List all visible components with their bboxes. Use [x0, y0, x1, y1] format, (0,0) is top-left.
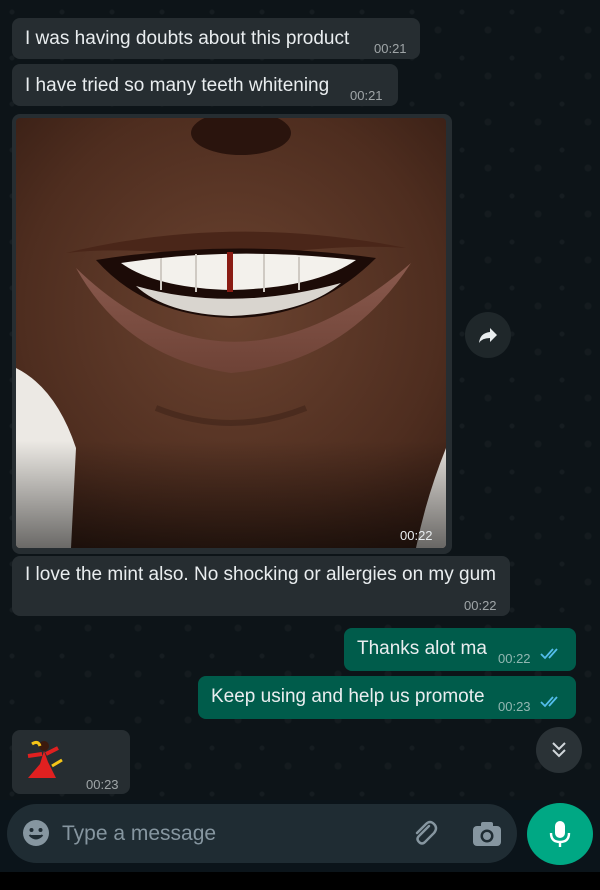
read-ticks-icon — [540, 648, 558, 660]
message-time: 00:22 — [464, 598, 497, 613]
forward-button[interactable] — [465, 312, 511, 358]
message-time: 00:22 — [498, 651, 531, 666]
message-text: I was having doubts about this product — [25, 28, 350, 49]
scroll-down-button[interactable] — [536, 727, 582, 773]
message-bubble[interactable]: I have tried so many teeth whitening 00:… — [12, 64, 398, 106]
smile-photo[interactable] — [16, 118, 446, 548]
message-bubble[interactable]: I love the mint also. No shocking or all… — [12, 556, 510, 616]
message-bubble[interactable]: I was having doubts about this product 0… — [12, 18, 420, 59]
message-time: 00:21 — [374, 41, 407, 56]
message-text: I love the mint also. No shocking or all… — [25, 564, 496, 585]
attach-icon[interactable] — [409, 818, 439, 848]
message-time: 00:21 — [350, 88, 383, 103]
camera-icon[interactable] — [471, 820, 503, 848]
message-input[interactable]: Type a message — [7, 804, 517, 863]
message-input-placeholder: Type a message — [62, 822, 217, 845]
message-text: Thanks alot ma — [357, 638, 487, 659]
message-time: 00:23 — [86, 777, 119, 792]
dancing-lady-sticker — [27, 740, 63, 778]
sticker-message[interactable]: 00:23 — [12, 730, 130, 794]
emoji-icon[interactable] — [21, 818, 51, 848]
message-text: I have tried so many teeth whitening — [25, 75, 330, 96]
message-bubble[interactable]: Keep using and help us promote 00:23 — [198, 676, 576, 719]
forward-icon — [479, 328, 497, 343]
mic-icon — [549, 821, 571, 847]
chat-area[interactable]: I was having doubts about this product 0… — [0, 0, 600, 800]
smile-photo-graphic — [16, 118, 446, 548]
message-time: 00:23 — [498, 699, 531, 714]
scroll-down-icon — [552, 742, 566, 758]
message-bubble[interactable]: Thanks alot ma 00:22 — [344, 628, 576, 671]
read-ticks-icon — [540, 696, 558, 708]
image-time: 00:22 — [400, 528, 433, 543]
mic-button[interactable] — [527, 803, 593, 865]
system-nav-strip — [0, 872, 600, 890]
message-text: Keep using and help us promote — [211, 686, 485, 707]
